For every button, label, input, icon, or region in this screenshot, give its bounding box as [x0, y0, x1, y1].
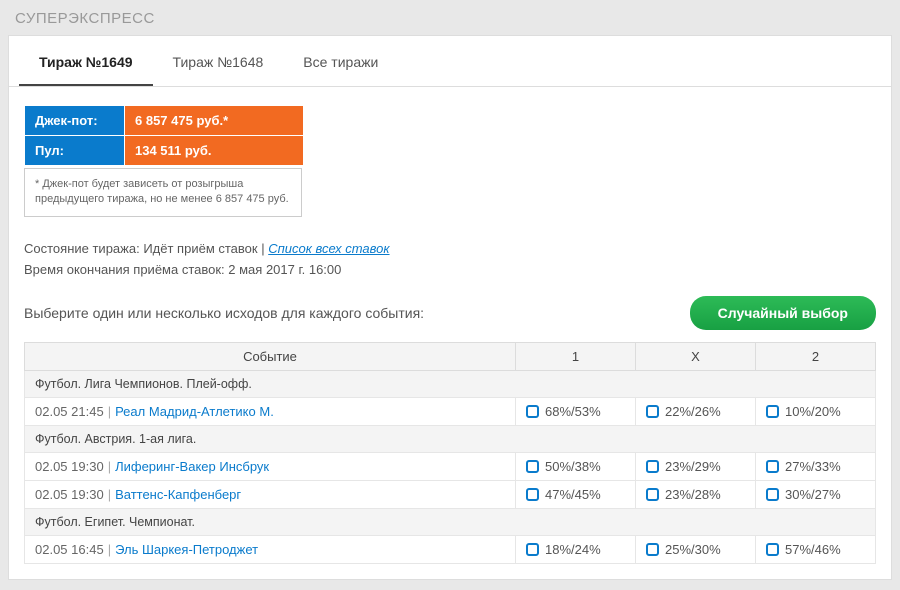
jackpot-disclaimer: * Джек-пот будет зависеть от розыгрыша п… [24, 168, 302, 217]
tab-draw-1648[interactable]: Тираж №1648 [153, 36, 284, 86]
event-time: 02.05 16:45 [35, 542, 104, 557]
table-row: 02.05 21:45|Реал Мадрид-Атлетико М. 68%/5… [25, 398, 876, 426]
event-time: 02.05 21:45 [35, 404, 104, 419]
outcome-checkbox[interactable] [526, 460, 539, 473]
group-title: Футбол. Австрия. 1-ая лига. [25, 426, 876, 453]
outcome-cell: 23%/28% [636, 481, 756, 509]
page-title: СУПЕРЭКСПРЕСС [0, 0, 900, 35]
event-teams[interactable]: Лиферинг-Вакер Инсбрук [115, 459, 269, 474]
outcome-percent: 57%/46% [785, 542, 841, 557]
all-bets-link[interactable]: Список всех ставок [268, 241, 389, 256]
outcome-checkbox[interactable] [646, 488, 659, 501]
outcome-cell: 50%/38% [516, 453, 636, 481]
outcome-cell: 68%/53% [516, 398, 636, 426]
event-teams[interactable]: Эль Шаркея-Петроджет [115, 542, 258, 557]
col-1: 1 [516, 343, 636, 371]
event-teams[interactable]: Ваттенс-Капфенберг [115, 487, 241, 502]
outcome-checkbox[interactable] [526, 488, 539, 501]
select-prompt: Выберите один или несколько исходов для … [24, 305, 424, 321]
outcome-percent: 23%/29% [665, 459, 721, 474]
select-row: Выберите один или несколько исходов для … [24, 296, 876, 330]
outcome-cell: 10%/20% [756, 398, 876, 426]
outcome-checkbox[interactable] [766, 543, 779, 556]
event-teams[interactable]: Реал Мадрид-Атлетико М. [115, 404, 274, 419]
event-cell: 02.05 16:45|Эль Шаркея-Петроджет [25, 536, 516, 564]
tabs: Тираж №1649 Тираж №1648 Все тиражи [9, 36, 891, 87]
random-choice-button[interactable]: Случайный выбор [690, 296, 876, 330]
outcome-percent: 68%/53% [545, 404, 601, 419]
outcome-cell: 30%/27% [756, 481, 876, 509]
outcome-percent: 18%/24% [545, 542, 601, 557]
tab-all-draws[interactable]: Все тиражи [283, 36, 398, 86]
outcome-percent: 25%/30% [665, 542, 721, 557]
outcome-checkbox[interactable] [646, 543, 659, 556]
outcome-checkbox[interactable] [766, 460, 779, 473]
jackpot-label: Джек-пот: [25, 106, 125, 136]
event-cell: 02.05 21:45|Реал Мадрид-Атлетико М. [25, 398, 516, 426]
outcome-percent: 30%/27% [785, 487, 841, 502]
jackpot-value: 6 857 475 руб.* [125, 106, 304, 136]
pool-value: 134 511 руб. [125, 136, 304, 166]
state-label: Состояние тиража: [24, 241, 140, 256]
outcome-checkbox[interactable] [646, 460, 659, 473]
outcome-cell: 22%/26% [636, 398, 756, 426]
event-time: 02.05 19:30 [35, 459, 104, 474]
outcome-percent: 10%/20% [785, 404, 841, 419]
outcome-percent: 22%/26% [665, 404, 721, 419]
end-value: 2 мая 2017 г. 16:00 [228, 262, 341, 277]
table-row: 02.05 19:30|Ваттенс-Капфенберг 47%/45% 23%… [25, 481, 876, 509]
group-row: Футбол. Лига Чемпионов. Плей-офф. [25, 371, 876, 398]
outcome-percent: 50%/38% [545, 459, 601, 474]
col-event: Событие [25, 343, 516, 371]
outcome-cell: 27%/33% [756, 453, 876, 481]
group-row: Футбол. Египет. Чемпионат. [25, 509, 876, 536]
outcome-cell: 57%/46% [756, 536, 876, 564]
tab-draw-1649[interactable]: Тираж №1649 [19, 36, 153, 86]
group-row: Футбол. Австрия. 1-ая лига. [25, 426, 876, 453]
table-row: 02.05 19:30|Лиферинг-Вакер Инсбрук 50%/38… [25, 453, 876, 481]
group-title: Футбол. Египет. Чемпионат. [25, 509, 876, 536]
outcome-percent: 23%/28% [665, 487, 721, 502]
outcome-percent: 27%/33% [785, 459, 841, 474]
col-x: X [636, 343, 756, 371]
pool-label: Пул: [25, 136, 125, 166]
jackpot-table: Джек-пот: 6 857 475 руб.* Пул: 134 511 р… [24, 105, 304, 166]
outcome-checkbox[interactable] [526, 405, 539, 418]
group-title: Футбол. Лига Чемпионов. Плей-офф. [25, 371, 876, 398]
status-block: Состояние тиража: Идёт приём ставок | Сп… [24, 239, 876, 281]
outcome-cell: 23%/29% [636, 453, 756, 481]
outcome-checkbox[interactable] [766, 405, 779, 418]
outcome-cell: 25%/30% [636, 536, 756, 564]
outcome-cell: 18%/24% [516, 536, 636, 564]
table-row: 02.05 16:45|Эль Шаркея-Петроджет 18%/24% 2… [25, 536, 876, 564]
event-time: 02.05 19:30 [35, 487, 104, 502]
outcome-percent: 47%/45% [545, 487, 601, 502]
end-label: Время окончания приёма ставок: [24, 262, 225, 277]
outcome-checkbox[interactable] [526, 543, 539, 556]
events-table: Событие 1 X 2 Футбол. Лига Чемпионов. Пл… [24, 342, 876, 564]
outcome-checkbox[interactable] [766, 488, 779, 501]
main-panel: Тираж №1649 Тираж №1648 Все тиражи Джек-… [8, 35, 892, 580]
event-cell: 02.05 19:30|Ваттенс-Капфенберг [25, 481, 516, 509]
outcome-cell: 47%/45% [516, 481, 636, 509]
outcome-checkbox[interactable] [646, 405, 659, 418]
state-value: Идёт приём ставок [143, 241, 257, 256]
col-2: 2 [756, 343, 876, 371]
event-cell: 02.05 19:30|Лиферинг-Вакер Инсбрук [25, 453, 516, 481]
